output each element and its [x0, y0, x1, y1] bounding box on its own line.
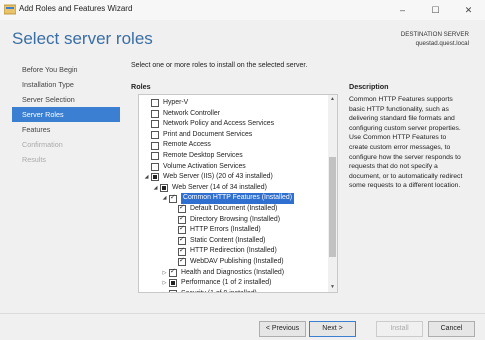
instruction-text: Select one or more roles to install on t… — [131, 62, 308, 69]
role-label: Directory Browsing (Installed) — [190, 215, 280, 223]
role-item[interactable]: ◢ Web Server (IIS) (20 of 43 installed) — [143, 172, 273, 183]
role-checkbox[interactable] — [178, 256, 186, 267]
role-checkbox[interactable] — [178, 246, 186, 256]
description-label: Description — [349, 82, 389, 91]
window-controls: – ☐ ✕ — [386, 0, 485, 20]
role-item[interactable]: WebDAV Publishing (Installed) — [170, 256, 284, 268]
role-checkbox[interactable] — [151, 162, 159, 171]
destination-server-info: DESTINATION SERVER questad.quest.local — [401, 30, 469, 48]
expand-arrow-icon[interactable]: ▷ — [161, 268, 168, 279]
role-item[interactable]: Network Controller — [143, 109, 220, 120]
window-title: Add Roles and Features Wizard — [19, 4, 133, 13]
role-item[interactable]: Hyper-V — [143, 98, 188, 109]
nav-item-before-you-begin[interactable]: Before You Begin — [12, 62, 120, 77]
role-checkbox[interactable] — [169, 279, 177, 288]
role-checkbox[interactable] — [169, 290, 177, 292]
nav-item-server-roles[interactable]: Server Roles — [12, 107, 120, 122]
expand-arrow-icon[interactable]: ▷ — [161, 289, 168, 292]
title-bar: Add Roles and Features Wizard – ☐ ✕ — [0, 0, 485, 20]
wizard-nav: Before You Begin Installation Type Server … — [12, 62, 120, 167]
role-checkbox[interactable] — [160, 184, 168, 193]
role-checkbox[interactable] — [169, 267, 177, 277]
role-checkbox[interactable] — [151, 141, 159, 150]
nav-item-server-selection[interactable]: Server Selection — [12, 92, 120, 107]
page-title: Select server roles — [12, 29, 153, 48]
expand-arrow-icon[interactable]: ◢ — [143, 172, 150, 183]
nav-item-features[interactable]: Features — [12, 122, 120, 137]
minimize-icon[interactable]: – — [386, 0, 419, 20]
destination-server-name: questad.quest.local — [415, 40, 469, 47]
role-item[interactable]: Remote Access — [143, 140, 211, 151]
role-checkbox[interactable] — [151, 173, 159, 182]
expand-arrow-icon[interactable]: ◢ — [152, 183, 159, 194]
close-icon[interactable]: ✕ — [452, 0, 485, 20]
nav-item-installation-type[interactable]: Installation Type — [12, 77, 120, 92]
role-label: Print and Document Services — [163, 130, 253, 138]
roles-tree[interactable]: Hyper-V Network Controller Network Policy … — [138, 94, 338, 293]
scroll-up-icon[interactable]: ▲ — [328, 95, 337, 104]
role-checkbox[interactable] — [151, 152, 159, 161]
role-label: Network Controller — [163, 109, 221, 117]
role-item[interactable]: Directory Browsing (Installed) — [170, 214, 280, 226]
nav-item-results: Results — [22, 155, 46, 164]
role-item[interactable]: ▷ Security (1 of 9 installed) — [161, 289, 257, 292]
destination-server-label: DESTINATION SERVER — [400, 31, 469, 38]
role-label: HTTP Redirection (Installed) — [190, 247, 277, 255]
cancel-button[interactable]: Cancel — [428, 321, 475, 337]
footer-divider — [0, 313, 485, 314]
expand-arrow-icon[interactable]: ▷ — [161, 278, 168, 289]
role-label: Default Document (Installed) — [190, 205, 278, 212]
role-item[interactable]: Remote Desktop Services — [143, 151, 243, 162]
role-checkbox[interactable] — [151, 131, 159, 140]
role-item[interactable]: HTTP Redirection (Installed) — [170, 246, 277, 257]
role-label: Remote Access — [163, 141, 211, 149]
role-checkbox[interactable] — [169, 193, 177, 203]
role-label: Common HTTP Features (Installed) — [181, 193, 295, 204]
role-checkbox[interactable] — [151, 99, 159, 108]
role-checkbox[interactable] — [178, 235, 186, 246]
expand-arrow-icon[interactable]: ◢ — [161, 193, 168, 204]
next-button[interactable]: Next > — [309, 321, 356, 337]
role-label: Remote Desktop Services — [163, 152, 243, 159]
maximize-icon[interactable]: ☐ — [419, 0, 452, 20]
nav-item-confirmation: Confirmation — [22, 140, 63, 149]
role-label: Web Server (14 of 34 installed) — [172, 183, 267, 191]
role-label: HTTP Errors (Installed) — [190, 226, 261, 234]
role-item[interactable]: ▷ Performance (1 of 2 installed) — [161, 278, 271, 289]
role-label: Static Content (Installed) — [190, 236, 266, 244]
role-checkbox[interactable] — [178, 203, 186, 214]
role-label: Web Server (IIS) (20 of 43 installed) — [163, 173, 273, 181]
description-text: Common HTTP Features supports basic HTTP… — [349, 96, 463, 190]
previous-button[interactable]: < Previous — [259, 321, 306, 337]
role-checkbox[interactable] — [151, 109, 159, 118]
role-label: Volume Activation Services — [163, 162, 246, 170]
role-item[interactable]: Volume Activation Services — [143, 162, 246, 173]
role-label: Security (1 of 9 installed) — [181, 289, 257, 292]
role-label: Hyper-V — [163, 99, 189, 106]
role-item[interactable]: Network Policy and Access Services — [143, 119, 274, 130]
app-icon — [4, 4, 16, 15]
role-label: Health and Diagnostics (Installed) — [181, 268, 285, 276]
role-checkbox[interactable] — [178, 214, 186, 224]
role-checkbox[interactable] — [178, 224, 186, 235]
role-item[interactable]: Print and Document Services — [143, 130, 252, 141]
scroll-down-icon[interactable]: ▼ — [328, 283, 337, 292]
role-label: Network Policy and Access Services — [163, 120, 275, 128]
role-item[interactable]: ▷ Health and Diagnostics (Installed) — [161, 267, 285, 279]
role-label: Performance (1 of 2 installed) — [181, 279, 272, 287]
role-item[interactable]: Default Document (Installed) — [170, 203, 278, 215]
scroll-thumb[interactable] — [329, 157, 336, 257]
roles-label: Roles — [131, 82, 151, 91]
role-label: WebDAV Publishing (Installed) — [190, 258, 284, 265]
install-button[interactable]: Install — [376, 321, 423, 337]
role-checkbox[interactable] — [151, 120, 159, 129]
roles-scrollbar[interactable]: ▲ ▼ — [328, 95, 337, 292]
